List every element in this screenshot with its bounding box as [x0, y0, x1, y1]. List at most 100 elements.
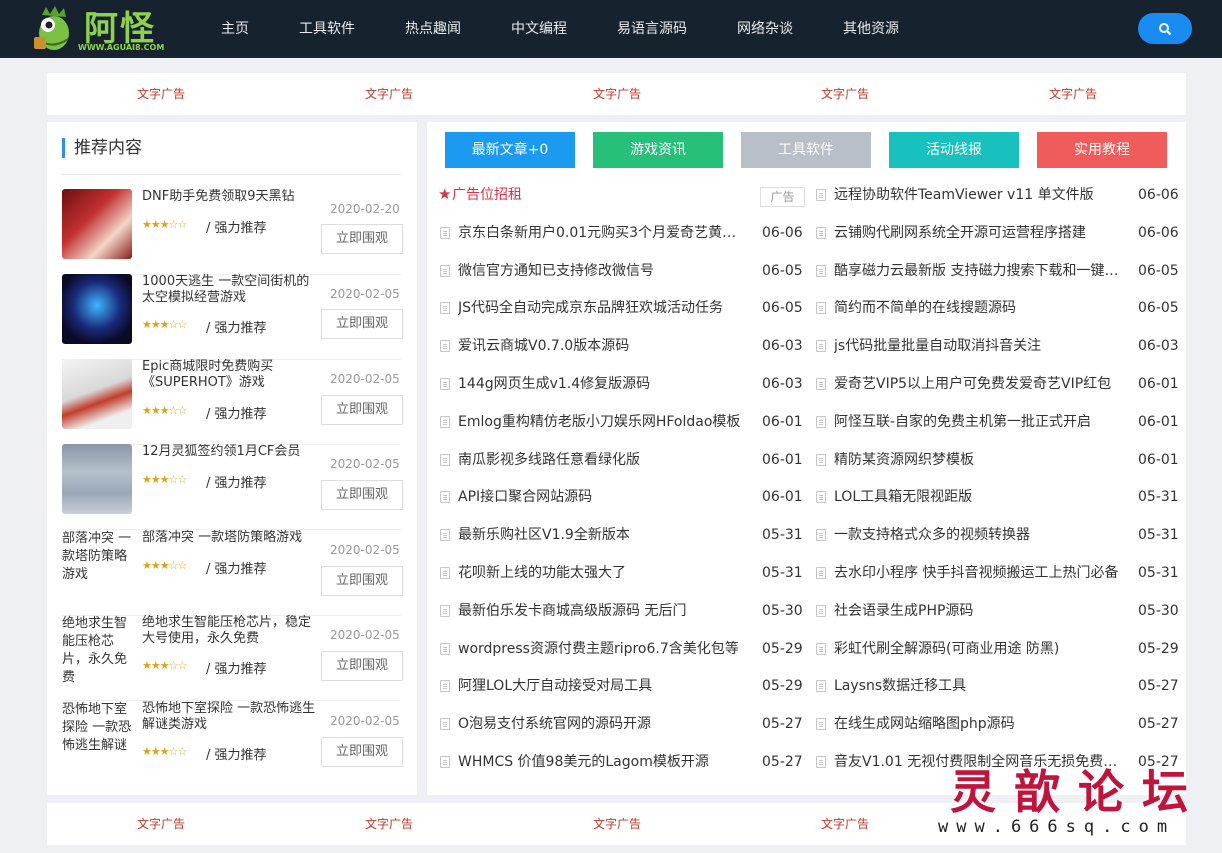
view-now-button[interactable]: 立即围观: [321, 566, 403, 596]
article-item[interactable]: 云铺购代刷网系统全开源可运营程序搭建 06-06: [816, 214, 1181, 252]
article-title[interactable]: LOL工具箱无限视距版: [834, 488, 1126, 506]
recommended-item[interactable]: 绝地求生智能压枪芯片，永久免费 绝地求生智能压枪芯片，稳定大号使用，永久免费 ★…: [62, 615, 403, 701]
nav-network-talk[interactable]: 网络杂谈: [737, 0, 793, 58]
article-title[interactable]: 爱奇艺VIP5以上用户可免费发爱奇艺VIP红包: [834, 375, 1126, 393]
article-item[interactable]: 微信官方通知已支持修改微信号 06-05: [440, 252, 805, 290]
item-thumbnail-broken[interactable]: 恐怖地下室探险 一款恐怖逃生解谜: [62, 701, 132, 771]
article-item[interactable]: LOL工具箱无限视距版 05-31: [816, 478, 1181, 516]
article-item[interactable]: 远程协助软件TeamViewer v11 单文件版 06-06: [816, 176, 1181, 214]
view-now-button[interactable]: 立即围观: [321, 309, 403, 339]
article-title[interactable]: 远程协助软件TeamViewer v11 单文件版: [834, 186, 1126, 204]
article-title[interactable]: 最新乐购社区V1.9全新版本: [458, 526, 750, 544]
text-ad-link[interactable]: 文字广告: [137, 73, 185, 115]
item-title[interactable]: 1000天逃生 一款空间街机的太空模拟经营游戏: [142, 274, 322, 306]
nav-chinese-programming[interactable]: 中文编程: [511, 0, 567, 58]
article-item[interactable]: 爱奇艺VIP5以上用户可免费发爱奇艺VIP红包 06-01: [816, 365, 1181, 403]
recommended-item[interactable]: 恐怖地下室探险 一款恐怖逃生解谜 恐怖地下室探险 一款恐怖逃生解谜类游戏 ★★★…: [62, 701, 403, 787]
article-item[interactable]: 阿怪互联-自家的免费主机第一批正式开启 06-01: [816, 403, 1181, 441]
article-title[interactable]: 云铺购代刷网系统全开源可运营程序搭建: [834, 224, 1126, 242]
item-title[interactable]: 绝地求生智能压枪芯片，稳定大号使用，永久免费: [142, 615, 322, 647]
article-item[interactable]: 酷享磁力云最新版 支持磁力搜索下载和一键播放 06-05: [816, 252, 1181, 290]
view-now-button[interactable]: 立即围观: [321, 651, 403, 681]
article-title[interactable]: 去水印小程序 快手抖音视频搬运工上热门必备: [834, 564, 1126, 582]
article-item[interactable]: 去水印小程序 快手抖音视频搬运工上热门必备 05-31: [816, 554, 1181, 592]
text-ad-link[interactable]: 文字广告: [593, 803, 641, 845]
nav-tools[interactable]: 工具软件: [299, 0, 355, 58]
article-item[interactable]: 一款支持格式众多的视频转换器 05-31: [816, 516, 1181, 554]
article-title[interactable]: 精防某资源网织梦模板: [834, 451, 1126, 469]
ad-slot[interactable]: ★ 广告位招租 广告: [438, 176, 805, 214]
tab-tutorials[interactable]: 实用教程: [1037, 132, 1167, 168]
tab-game-news[interactable]: 游戏资讯: [593, 132, 723, 168]
view-now-button[interactable]: 立即围观: [321, 737, 403, 767]
item-thumbnail-broken[interactable]: 部落冲突 一款塔防策略游戏: [62, 530, 132, 600]
article-title[interactable]: O泡易支付系统官网的源码开源: [458, 715, 750, 733]
article-item[interactable]: 最新乐购社区V1.9全新版本 05-31: [440, 516, 805, 554]
search-button[interactable]: [1138, 13, 1192, 44]
recommended-item[interactable]: 部落冲突 一款塔防策略游戏 部落冲突 一款塔防策略游戏 ★★★☆☆ / 强力推荐…: [62, 530, 403, 616]
article-title[interactable]: 微信官方通知已支持修改微信号: [458, 262, 750, 280]
tab-event-deals[interactable]: 活动线报: [889, 132, 1019, 168]
tab-tool-software[interactable]: 工具软件: [741, 132, 871, 168]
article-title[interactable]: 社会语录生成PHP源码: [834, 602, 1126, 620]
article-item[interactable]: 在线生成网站缩略图php源码 05-27: [816, 705, 1181, 743]
article-title[interactable]: 一款支持格式众多的视频转换器: [834, 526, 1126, 544]
nav-home[interactable]: 主页: [221, 0, 249, 58]
text-ad-link[interactable]: 文字广告: [1049, 73, 1097, 115]
article-title[interactable]: Laysns数据迁移工具: [834, 677, 1126, 695]
item-thumbnail-broken[interactable]: 绝地求生智能压枪芯片，永久免费: [62, 615, 132, 685]
article-item[interactable]: 144g网页生成v1.4修复版源码 06-03: [440, 365, 805, 403]
article-item[interactable]: JS代码全自动完成京东品牌狂欢城活动任务 06-05: [440, 289, 805, 327]
article-item[interactable]: js代码批量批量自动取消抖音关注 06-03: [816, 327, 1181, 365]
recommended-item[interactable]: 12月灵狐签约领1月CF会员 ★★★☆☆ / 强力推荐 2020-02-05 立…: [62, 444, 403, 530]
item-title[interactable]: Epic商城限时免费购买《SUPERHOT》游戏: [142, 359, 322, 391]
article-title[interactable]: 花呗新上线的功能太强大了: [458, 564, 750, 582]
article-item[interactable]: 爱讯云商城V0.7.0版本源码 06-03: [440, 327, 805, 365]
article-title[interactable]: 阿怪互联-自家的免费主机第一批正式开启: [834, 413, 1126, 431]
recommended-item[interactable]: 1000天逃生 一款空间街机的太空模拟经营游戏 ★★★☆☆ / 强力推荐 202…: [62, 274, 403, 360]
article-item[interactable]: 京东白条新用户0.01元购买3个月爱奇艺黄金会员 06-06: [440, 214, 805, 252]
article-item[interactable]: 最新伯乐发卡商城高级版源码 无后门 05-30: [440, 592, 805, 630]
text-ad-link[interactable]: 文字广告: [821, 803, 869, 845]
article-title[interactable]: JS代码全自动完成京东品牌狂欢城活动任务: [458, 299, 750, 317]
ad-slot-title[interactable]: 广告位招租: [452, 186, 522, 204]
article-title[interactable]: 爱讯云商城V0.7.0版本源码: [458, 337, 750, 355]
item-title[interactable]: 部落冲突 一款塔防策略游戏: [142, 530, 322, 546]
article-item[interactable]: Laysns数据迁移工具 05-27: [816, 667, 1181, 705]
article-title[interactable]: WHMCS 价值98美元的Lagom模板开源: [458, 753, 750, 771]
item-thumbnail[interactable]: [62, 189, 132, 259]
item-title[interactable]: DNF助手免费领取9天黑钻: [142, 189, 322, 205]
article-item[interactable]: Emlog重构精仿老版小刀娱乐网HFoldao模板 06-01: [440, 403, 805, 441]
article-item[interactable]: WHMCS 价值98美元的Lagom模板开源 05-27: [440, 743, 805, 781]
nav-easy-lang-source[interactable]: 易语言源码: [617, 0, 687, 58]
item-title[interactable]: 12月灵狐签约领1月CF会员: [142, 444, 322, 460]
view-now-button[interactable]: 立即围观: [321, 395, 403, 425]
article-title[interactable]: 在线生成网站缩略图php源码: [834, 715, 1126, 733]
article-title[interactable]: js代码批量批量自动取消抖音关注: [834, 337, 1126, 355]
view-now-button[interactable]: 立即围观: [321, 480, 403, 510]
article-title[interactable]: Emlog重构精仿老版小刀娱乐网HFoldao模板: [458, 413, 750, 431]
text-ad-link[interactable]: 文字广告: [821, 73, 869, 115]
article-title[interactable]: 京东白条新用户0.01元购买3个月爱奇艺黄金会员: [458, 224, 750, 242]
article-item[interactable]: 阿狸LOL大厅自动接受对局工具 05-29: [440, 667, 805, 705]
nav-hot-news[interactable]: 热点趣闻: [405, 0, 461, 58]
article-title[interactable]: 南瓜影视多线路任意看绿化版: [458, 451, 750, 469]
article-item[interactable]: 简约而不简单的在线搜题源码 06-05: [816, 289, 1181, 327]
site-logo[interactable]: 阿怪 WWW.AGUAI8.COM: [28, 3, 168, 55]
article-title[interactable]: 简约而不简单的在线搜题源码: [834, 299, 1126, 317]
article-item[interactable]: wordpress资源付费主题ripro6.7含美化包等 05-29: [440, 630, 805, 668]
article-item[interactable]: 南瓜影视多线路任意看绿化版 06-01: [440, 441, 805, 479]
item-thumbnail[interactable]: [62, 274, 132, 344]
text-ad-link[interactable]: 文字广告: [365, 73, 413, 115]
tab-latest-articles[interactable]: 最新文章+0: [445, 132, 575, 168]
article-item[interactable]: O泡易支付系统官网的源码开源 05-27: [440, 705, 805, 743]
text-ad-link[interactable]: 文字广告: [365, 803, 413, 845]
article-title[interactable]: 144g网页生成v1.4修复版源码: [458, 375, 750, 393]
text-ad-link[interactable]: 文字广告: [137, 803, 185, 845]
article-title[interactable]: 最新伯乐发卡商城高级版源码 无后门: [458, 602, 750, 620]
item-title[interactable]: 恐怖地下室探险 一款恐怖逃生解谜类游戏: [142, 701, 322, 733]
item-thumbnail[interactable]: [62, 444, 132, 514]
nav-other-resources[interactable]: 其他资源: [843, 0, 899, 58]
article-item[interactable]: 精防某资源网织梦模板 06-01: [816, 441, 1181, 479]
recommended-item[interactable]: Epic商城限时免费购买《SUPERHOT》游戏 ★★★☆☆ / 强力推荐 20…: [62, 359, 403, 445]
